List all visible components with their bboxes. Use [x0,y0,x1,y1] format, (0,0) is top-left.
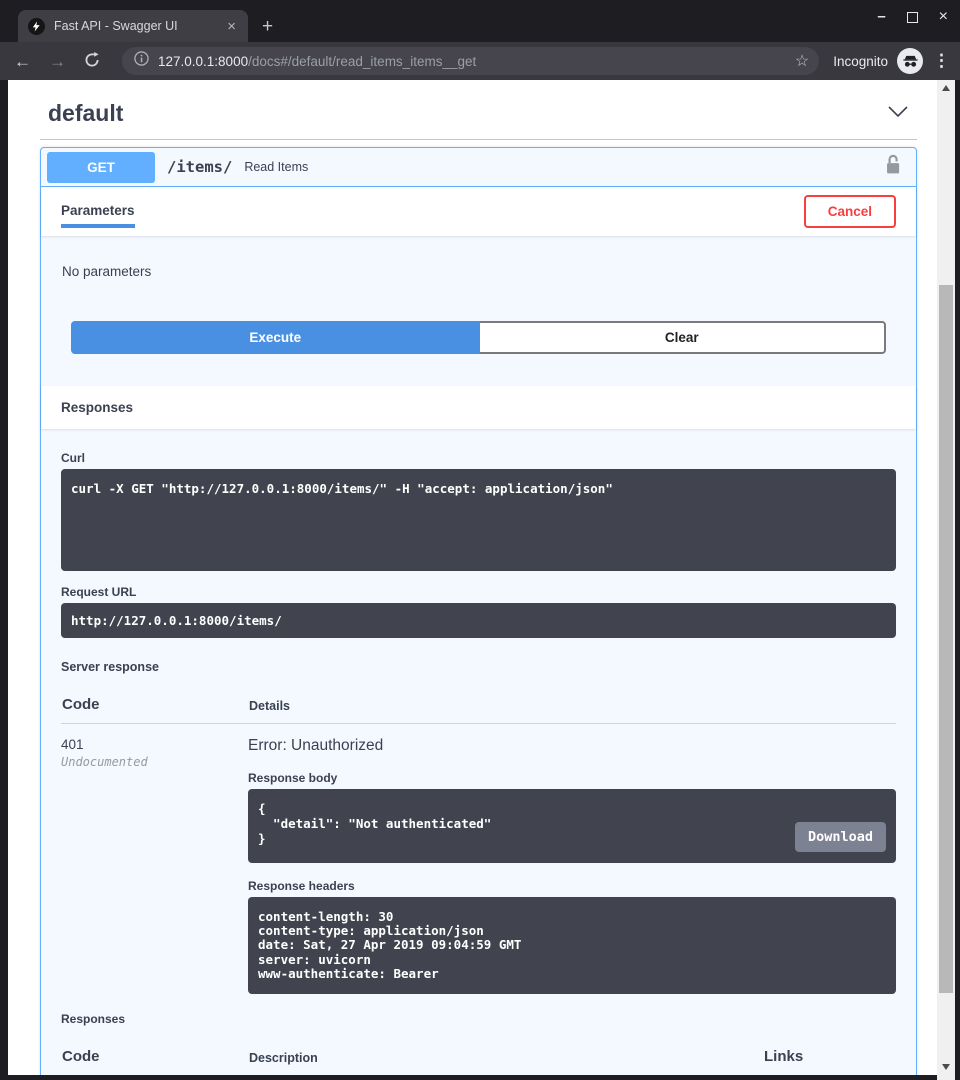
server-response-table: Code Details 401 Undocumented Error: Una… [61,690,896,994]
column-code: Code [62,696,249,713]
column-description: Description [249,1051,764,1065]
chevron-down-icon[interactable] [887,105,909,123]
bookmark-star-icon[interactable]: ☆ [795,51,809,71]
back-icon[interactable]: ← [14,53,31,70]
server-response-table-head: Code Details [61,690,896,724]
response-headers-block: content-length: 30 content-type: applica… [248,897,896,994]
request-url-value: http://127.0.0.1:8000/items/ [61,603,896,638]
opblock-get-items: GET /items/ Read Items Parameters Cancel [40,147,917,1080]
curl-command[interactable]: curl -X GET "http://127.0.0.1:8000/items… [61,469,896,571]
url-host: 127.0.0.1:8000 [158,54,248,69]
clear-button[interactable]: Clear [480,321,887,354]
auth-lock-icon[interactable] [880,151,906,183]
response-body-json: { "detail": "Not authenticated" } [258,801,491,846]
no-parameters-text: No parameters [61,254,896,279]
operation-summary[interactable]: GET /items/ Read Items [41,148,916,187]
status-code: 401 [61,737,248,752]
operation-path: /items/ [167,158,232,176]
column-details: Details [249,699,896,713]
window-controls: – × [877,11,948,23]
browser-menu-icon[interactable]: ⋮ [933,51,950,71]
page-info-icon[interactable] [134,51,149,71]
server-response-label: Server response [61,660,896,674]
execute-wrapper: Execute Clear [71,321,886,354]
scrollbar-thumb[interactable] [939,285,953,993]
responses-section: Curl curl -X GET "http://127.0.0.1:8000/… [41,429,916,1080]
browser-tab[interactable]: Fast API - Swagger UI × [18,10,248,42]
column-code: Code [62,1048,249,1065]
tag-title: default [48,100,887,127]
operation-description: Read Items [244,160,880,174]
documented-responses-label: Responses [61,1012,896,1026]
response-headers-label: Response headers [248,879,896,893]
maximize-button[interactable] [907,12,918,23]
viewport: default GET /items/ Read Items [0,80,960,1080]
request-url-label: Request URL [61,585,896,599]
tab-close-icon[interactable]: × [223,19,240,34]
url-bar[interactable]: 127.0.0.1:8000 /docs#/default/read_items… [122,47,819,75]
incognito-icon [897,48,923,74]
undocumented-label: Undocumented [61,755,248,769]
new-tab-button[interactable]: + [262,17,273,36]
response-body-block: { "detail": "Not authenticated" } Downloa… [248,789,896,863]
browser-toolbar: ← → 127.0.0.1:8000 /docs#/default/read_i… [0,42,960,80]
window-frame-right [955,80,960,1080]
parameters-body: No parameters Execute Clear [41,236,916,354]
minimize-button[interactable]: – [877,12,885,22]
window-frame-left [0,80,8,1080]
scroll-up-icon[interactable] [937,80,955,96]
url-path: /docs#/default/read_items_items__get [248,54,787,69]
response-body-label: Response body [248,771,896,785]
download-button[interactable]: Download [795,822,886,852]
forward-icon[interactable]: → [49,53,66,70]
tab-parameters[interactable]: Parameters [61,195,135,228]
window-frame-bottom [8,1075,937,1080]
tab-strip: Fast API - Swagger UI × + – × [0,0,960,42]
page-scrollbar[interactable] [937,80,955,1080]
parameters-header: Parameters Cancel [41,187,916,236]
tag-section-header[interactable]: default [40,94,917,140]
swagger-ui: default GET /items/ Read Items [8,80,937,1080]
cancel-button[interactable]: Cancel [804,195,896,228]
reload-icon[interactable] [84,52,100,71]
page-content: default GET /items/ Read Items [8,80,937,1080]
incognito-label: Incognito [833,54,888,69]
fastapi-favicon-icon [28,18,45,35]
error-title: Error: Unauthorized [248,737,896,755]
tab-title: Fast API - Swagger UI [54,19,223,33]
browser-window: Fast API - Swagger UI × + – × ← → 127.0.… [0,0,960,1080]
column-links: Links [764,1048,896,1065]
method-badge: GET [47,152,155,183]
responses-section-header: Responses [41,386,916,429]
server-response-row: 401 Undocumented Error: Unauthorized Res… [61,724,896,994]
execute-button[interactable]: Execute [71,321,480,354]
scroll-down-icon[interactable] [937,1059,955,1075]
documented-responses-head: Code Description Links [61,1042,896,1076]
close-window-button[interactable]: × [939,11,948,23]
curl-label: Curl [61,451,896,465]
